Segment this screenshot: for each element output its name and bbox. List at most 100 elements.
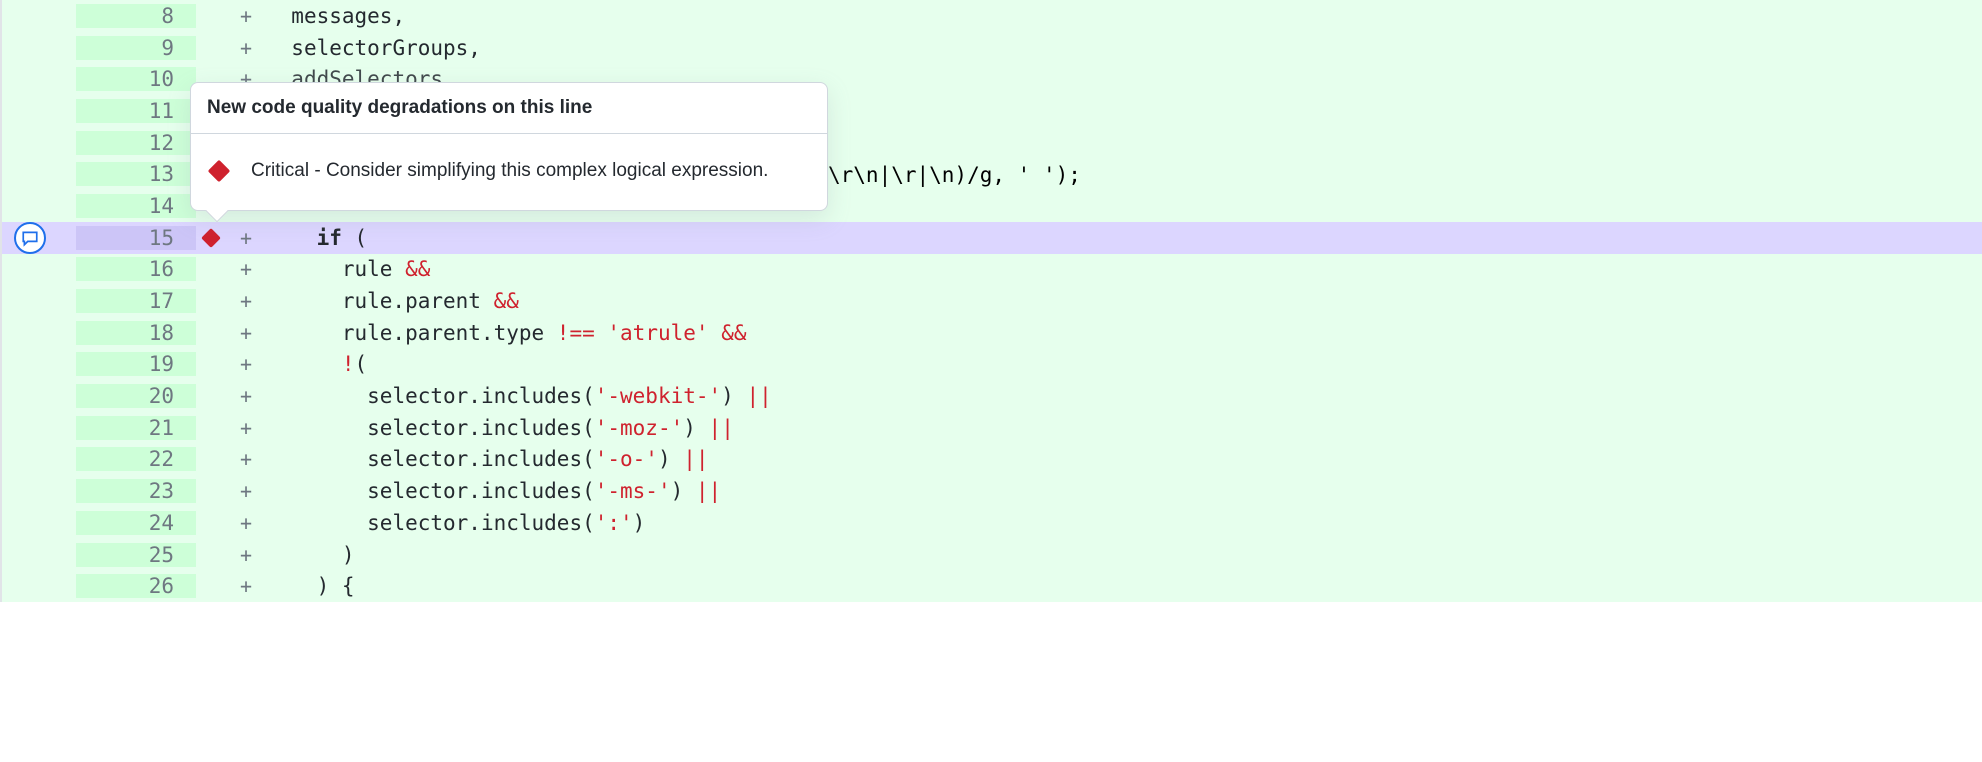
code-token: || <box>709 416 734 440</box>
line-number[interactable]: 21 <box>76 416 196 440</box>
code-row[interactable]: 25 + ) <box>2 539 1982 571</box>
line-number[interactable]: 16 <box>76 257 196 281</box>
diff-sign: + <box>226 321 266 345</box>
line-number[interactable]: 10 <box>76 67 196 91</box>
code-token: ) <box>671 479 696 503</box>
diff-sign: + <box>226 511 266 535</box>
code-token: '-webkit-' <box>595 384 721 408</box>
code-token: selector.includes( <box>367 479 595 503</box>
code-content[interactable]: selector.includes('-moz-') || <box>266 416 1982 440</box>
code-content[interactable]: !( <box>266 352 1982 376</box>
diff-sign: + <box>226 447 266 471</box>
code-row[interactable]: 23 + selector.includes('-ms-') || <box>2 475 1982 507</box>
code-token: ) { <box>317 574 355 598</box>
code-token: ) <box>658 447 683 471</box>
code-token: ) <box>633 511 646 535</box>
line-number[interactable]: 11 <box>76 99 196 123</box>
diff-sign: + <box>226 289 266 313</box>
code-content[interactable]: selector.includes('-o-') || <box>266 447 1982 471</box>
line-number[interactable]: 26 <box>76 574 196 598</box>
critical-diamond-icon[interactable] <box>201 228 221 248</box>
diff-sign: + <box>226 36 266 60</box>
tooltip-body: Critical - Consider simplifying this com… <box>191 134 827 210</box>
code-token: ':' <box>595 511 633 535</box>
code-token: || <box>746 384 771 408</box>
diff-container: 8+ messages,9+ selectorGroups,10+ addSel… <box>0 0 1982 602</box>
code-row[interactable]: 18 + rule.parent.type !== 'atrule' && <box>2 317 1982 349</box>
tooltip-message: Critical - Consider simplifying this com… <box>251 160 768 182</box>
line-number[interactable]: 20 <box>76 384 196 408</box>
code-content[interactable]: rule && <box>266 257 1982 281</box>
code-token: selectorGroups, <box>291 36 481 60</box>
line-number[interactable]: 17 <box>76 289 196 313</box>
line-number[interactable]: 24 <box>76 511 196 535</box>
code-row[interactable]: 8+ messages, <box>2 0 1982 32</box>
code-content[interactable]: selector.includes(':') <box>266 511 1982 535</box>
diff-sign: + <box>226 226 266 250</box>
line-number[interactable]: 19 <box>76 352 196 376</box>
comment-bubble-icon[interactable] <box>14 222 46 254</box>
code-row[interactable]: 26 + ) { <box>2 570 1982 602</box>
code-token: || <box>696 479 721 503</box>
line-number[interactable]: 13 <box>76 162 196 186</box>
line-number[interactable]: 14 <box>76 194 196 218</box>
diff-sign: + <box>226 479 266 503</box>
code-token: ) <box>721 384 746 408</box>
code-content[interactable]: selector.includes('-ms-') || <box>266 479 1982 503</box>
diff-sign: + <box>226 352 266 376</box>
code-token: ) <box>342 543 355 567</box>
code-token: selector.includes( <box>367 511 595 535</box>
code-content[interactable]: ) <box>266 543 1982 567</box>
code-token: !== <box>557 321 595 345</box>
code-row[interactable]: 22 + selector.includes('-o-') || <box>2 444 1982 476</box>
code-content[interactable]: selector.includes('-webkit-') || <box>266 384 1982 408</box>
code-row[interactable]: 17 + rule.parent && <box>2 285 1982 317</box>
line-number[interactable]: 12 <box>76 131 196 155</box>
diff-sign: + <box>226 416 266 440</box>
diff-sign: + <box>226 384 266 408</box>
code-token: '-moz-' <box>595 416 684 440</box>
code-token: messages, <box>291 4 405 28</box>
code-token: && <box>721 321 746 345</box>
code-token: '-ms-' <box>595 479 671 503</box>
code-token: ! <box>342 352 355 376</box>
diff-sign: + <box>226 257 266 281</box>
code-row[interactable]: 15 + if ( <box>2 222 1982 254</box>
code-content[interactable]: ) { <box>266 574 1982 598</box>
critical-diamond-icon <box>208 160 231 183</box>
code-row[interactable]: 20 + selector.includes('-webkit-') || <box>2 380 1982 412</box>
code-token: selector.includes( <box>367 384 595 408</box>
code-content[interactable]: messages, <box>266 4 1982 28</box>
line-number[interactable]: 18 <box>76 321 196 345</box>
code-token: rule <box>342 257 405 281</box>
line-number[interactable]: 15 <box>76 226 196 250</box>
diff-sign: + <box>226 543 266 567</box>
code-content[interactable]: rule.parent && <box>266 289 1982 313</box>
severity-marker-column <box>196 231 226 245</box>
line-number[interactable]: 8 <box>76 4 196 28</box>
code-token: ( <box>342 226 367 250</box>
code-token: && <box>494 289 519 313</box>
code-token: 'atrule' <box>607 321 708 345</box>
code-row[interactable]: 16 + rule && <box>2 254 1982 286</box>
code-content[interactable]: selectorGroups, <box>266 36 1982 60</box>
diff-sign: + <box>226 574 266 598</box>
line-number[interactable]: 25 <box>76 543 196 567</box>
code-quality-tooltip[interactable]: New code quality degradations on this li… <box>190 82 828 211</box>
code-row[interactable]: 24 + selector.includes(':') <box>2 507 1982 539</box>
code-token: if <box>317 226 342 250</box>
tooltip-title: New code quality degradations on this li… <box>191 83 827 134</box>
partial-code-behind-tooltip: \r\n|\r|\n)/g, ' '); <box>828 163 1081 187</box>
line-number[interactable]: 23 <box>76 479 196 503</box>
code-content[interactable]: if ( <box>266 226 1982 250</box>
line-number[interactable]: 22 <box>76 447 196 471</box>
code-row[interactable]: 21 + selector.includes('-moz-') || <box>2 412 1982 444</box>
code-content[interactable]: rule.parent.type !== 'atrule' && <box>266 321 1982 345</box>
code-token: rule.parent <box>342 289 494 313</box>
code-row[interactable]: 19 + !( <box>2 349 1982 381</box>
code-token: selector.includes( <box>367 416 595 440</box>
code-token: '-o-' <box>595 447 658 471</box>
code-token: ) <box>683 416 708 440</box>
code-row[interactable]: 9 + selectorGroups, <box>2 32 1982 64</box>
line-number[interactable]: 9 <box>76 36 196 60</box>
